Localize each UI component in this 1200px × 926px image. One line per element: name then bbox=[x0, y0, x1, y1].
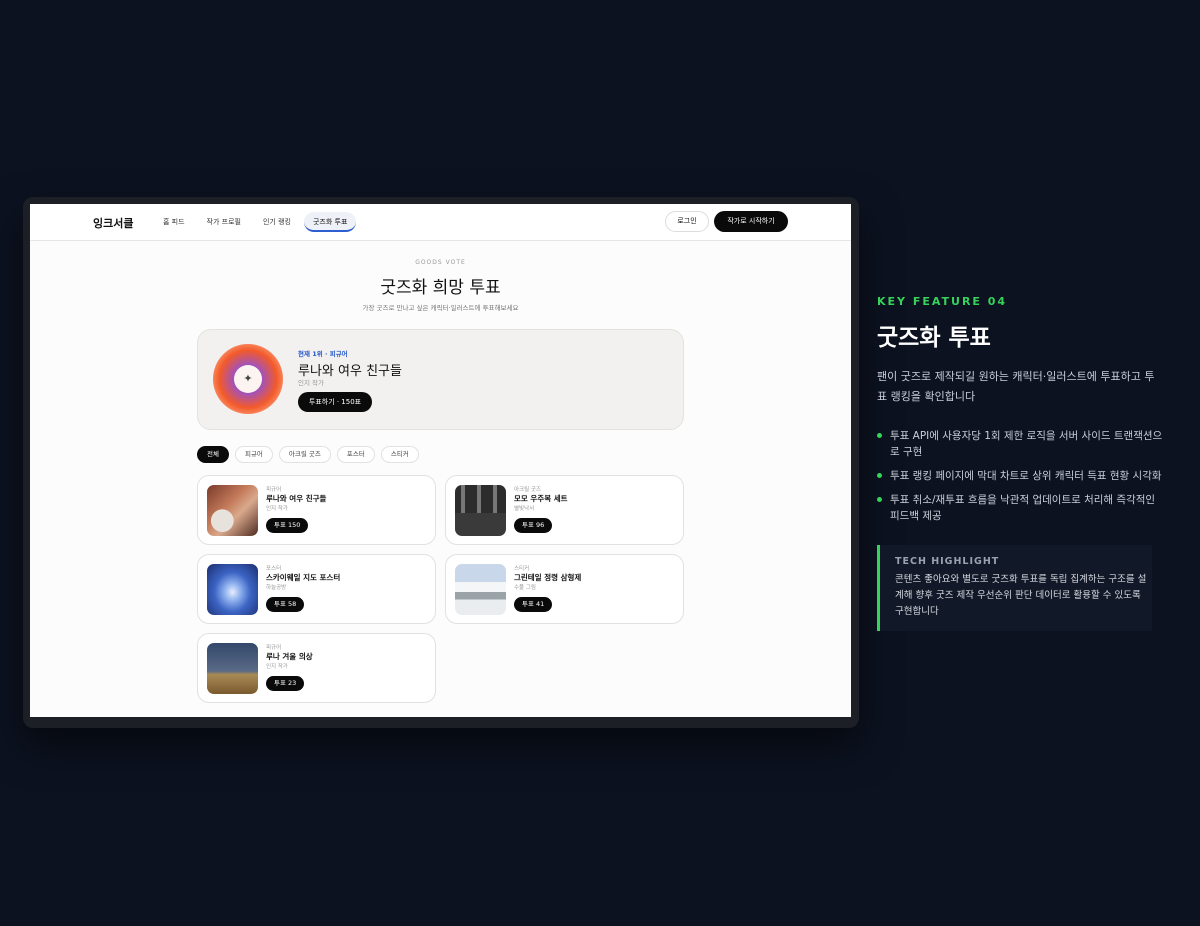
item-category: 아크릴 굿즈 bbox=[514, 487, 542, 493]
bullet-dot-icon bbox=[877, 433, 882, 438]
vote-card[interactable]: 피규어 루나 겨울 의상 인지 작가 투표 23 bbox=[197, 633, 436, 703]
item-name: 모모 우주복 세트 bbox=[514, 494, 568, 503]
vote-button[interactable]: 투표 23 bbox=[266, 676, 305, 691]
nav-link-artist-profile[interactable]: 작가 프로필 bbox=[198, 212, 250, 232]
item-category: 포스터 bbox=[266, 566, 282, 572]
start-as-artist-button[interactable]: 작가로 시작하기 bbox=[714, 211, 788, 232]
item-name: 그린테일 정령 삼형제 bbox=[514, 573, 582, 582]
vote-button[interactable]: 투표 41 bbox=[514, 597, 553, 612]
item-category: 피규어 bbox=[266, 487, 282, 493]
nav-link-popular-ranking[interactable]: 인기 랭킹 bbox=[254, 212, 300, 232]
item-artist: 인지 작가 bbox=[266, 664, 288, 670]
feature-bullet-text: 투표 취소/재투표 흐름을 낙관적 업데이트로 처리해 즉각적인 피드백 제공 bbox=[890, 494, 1156, 522]
item-thumbnail bbox=[207, 643, 258, 694]
item-thumbnail bbox=[207, 485, 258, 536]
page-subtitle: 가장 굿즈로 만나고 싶은 캐릭터·일러스트에 투표해보세요 bbox=[362, 304, 519, 312]
feature-bullets: 투표 API에 사용자당 1회 제한 로직을 서버 사이드 트랜잭션으로 구현 … bbox=[877, 428, 1167, 532]
item-name: 루나 겨울 의상 bbox=[266, 652, 313, 661]
feature-bullet: 투표 랭킹 페이지에 막대 차트로 상위 캐릭터 득표 현황 시각화 bbox=[877, 468, 1167, 484]
filter-all[interactable]: 전체 bbox=[197, 446, 229, 463]
sparkle-icon: ✦ bbox=[234, 365, 262, 393]
item-artist: 하늘공방 bbox=[266, 585, 287, 591]
hero-rank-label: 현재 1위 · 피규어 bbox=[298, 350, 348, 358]
filter-acrylic-goods[interactable]: 아크릴 굿즈 bbox=[278, 446, 331, 463]
app-screen: 잉크서클 홈 피드 작가 프로필 인기 랭킹 굿즈화 투표 로그인 작가로 시작… bbox=[30, 204, 851, 717]
vote-button[interactable]: 투표 58 bbox=[266, 597, 305, 612]
filter-sticker[interactable]: 스티커 bbox=[380, 446, 419, 463]
vote-card[interactable]: 아크릴 굿즈 모모 우주복 세트 별빛낙서 투표 96 bbox=[445, 475, 684, 545]
vote-card[interactable]: 스티커 그린테일 정령 삼형제 수풀 그림 투표 41 bbox=[445, 554, 684, 624]
item-artist: 인지 작가 bbox=[266, 506, 288, 512]
bullet-dot-icon bbox=[877, 473, 882, 478]
tech-highlight-text: 콘텐츠 좋아요와 별도로 굿즈화 투표를 독립 집계하는 구조를 설계해 향후 … bbox=[895, 574, 1147, 617]
item-thumbnail bbox=[455, 485, 506, 536]
item-name: 스카이웨일 지도 포스터 bbox=[266, 573, 341, 582]
feature-label: KEY FEATURE 04 bbox=[877, 295, 1008, 308]
feature-bullet-text: 투표 랭킹 페이지에 막대 차트로 상위 캐릭터 득표 현황 시각화 bbox=[890, 470, 1162, 482]
nav-links: 홈 피드 작가 프로필 인기 랭킹 굿즈화 투표 bbox=[154, 212, 357, 232]
bullet-dot-icon bbox=[877, 497, 882, 502]
item-name: 루나와 여우 친구들 bbox=[266, 494, 327, 503]
page-title: 굿즈화 희망 투표 bbox=[380, 278, 501, 298]
category-filters: 전체 피규어 아크릴 굿즈 포스터 스티커 bbox=[197, 446, 419, 463]
filter-figure[interactable]: 피규어 bbox=[234, 446, 273, 463]
tech-highlight-box: TECH HIGHLIGHT 콘텐츠 좋아요와 별도로 굿즈화 투표를 독립 집… bbox=[877, 545, 1152, 631]
feature-bullet: 투표 API에 사용자당 1회 제한 로직을 서버 사이드 트랜잭션으로 구현 bbox=[877, 428, 1167, 460]
top-nav: 잉크서클 홈 피드 작가 프로필 인기 랭킹 굿즈화 투표 로그인 작가로 시작… bbox=[30, 204, 851, 241]
top-ranked-card: ✦ 현재 1위 · 피규어 루나와 여우 친구들 인지 작가 투표하기 · 15… bbox=[197, 329, 684, 430]
feature-bullet: 투표 취소/재투표 흐름을 낙관적 업데이트로 처리해 즉각적인 피드백 제공 bbox=[877, 492, 1167, 524]
vote-card[interactable]: 피규어 루나와 여우 친구들 인지 작가 투표 150 bbox=[197, 475, 436, 545]
item-thumbnail bbox=[455, 564, 506, 615]
feature-description: 팬이 굿즈로 제작되길 원하는 캐릭터·일러스트에 투표하고 투표 랭킹을 확인… bbox=[877, 370, 1155, 403]
vote-button[interactable]: 투표 150 bbox=[266, 518, 309, 533]
item-category: 스티커 bbox=[514, 566, 530, 572]
filter-poster[interactable]: 포스터 bbox=[336, 446, 375, 463]
feature-title: 굿즈화 투표 bbox=[877, 325, 991, 351]
page-eyebrow: GOODS VOTE bbox=[415, 259, 466, 266]
nav-link-goods-vote[interactable]: 굿즈화 투표 bbox=[303, 212, 357, 232]
vote-card[interactable]: 포스터 스카이웨일 지도 포스터 하늘공방 투표 58 bbox=[197, 554, 436, 624]
item-thumbnail bbox=[207, 564, 258, 615]
app-logo[interactable]: 잉크서클 bbox=[93, 215, 133, 231]
item-category: 피규어 bbox=[266, 645, 282, 651]
item-artist: 별빛낙서 bbox=[514, 506, 535, 512]
login-button[interactable]: 로그인 bbox=[665, 211, 709, 232]
feature-bullet-text: 투표 API에 사용자당 1회 제한 로직을 서버 사이드 트랜잭션으로 구현 bbox=[890, 430, 1163, 458]
tech-highlight-label: TECH HIGHLIGHT bbox=[895, 556, 1000, 567]
vote-button[interactable]: 투표 96 bbox=[514, 518, 553, 533]
hero-vote-button[interactable]: 투표하기 · 150표 bbox=[298, 392, 372, 412]
nav-link-home-feed[interactable]: 홈 피드 bbox=[154, 212, 194, 232]
item-artist: 수풀 그림 bbox=[514, 585, 536, 591]
hero-artist: 인지 작가 bbox=[298, 379, 324, 387]
